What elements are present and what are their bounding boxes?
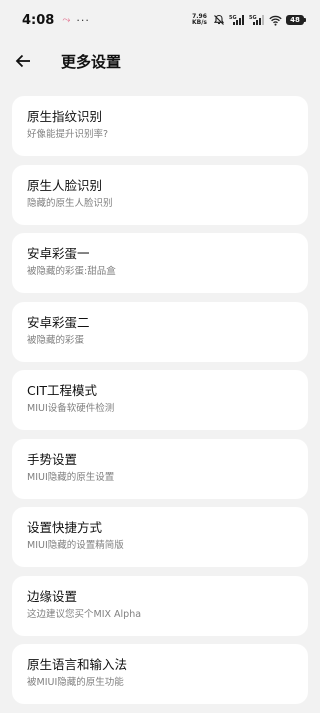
list-item-title: 原生人脸识别 [27,177,103,193]
list-item-title: 手势设置 [27,451,78,467]
settings-list: 原生指纹识别 好像能提升识别率? 原生人脸识别 隐藏的原生人脸识别 安卓彩蛋一 … [12,96,308,713]
list-item-shortcuts[interactable]: 设置快捷方式 MIUI隐藏的设置精简版 [12,507,308,567]
signal2-label: 5G [249,15,257,21]
list-item-easter-egg-two[interactable]: 安卓彩蛋二 被隐藏的彩蛋 [12,301,308,362]
list-item-title: CIT工程模式 [27,383,98,398]
network-speed: 7.96 KB/s [192,14,207,26]
header: 更多设置 [0,40,320,82]
list-item-language-input[interactable]: 原生语言和输入法 被MIUI隐藏的原生功能 [12,644,308,704]
list-item-subtitle: 被隐藏的彩蛋 [27,334,85,346]
list-item-subtitle: 这边建议您买个MIX Alpha [27,608,142,620]
wifi-icon [269,15,282,26]
mute-icon [213,14,225,25]
page-title: 更多设置 [61,52,122,71]
more-notifications-indicator: ··· [76,13,90,27]
list-item-edge-settings[interactable]: 边缘设置 这边建议您买个MIX Alpha [12,575,308,636]
list-item-title: 设置快捷方式 [27,520,103,535]
list-item-subtitle: 隐藏的原生人脸识别 [27,197,113,209]
back-arrow-icon [15,54,30,68]
battery-icon: 48 [286,15,306,25]
back-button[interactable] [1,40,45,82]
list-item-title: 安卓彩蛋二 [27,314,90,330]
status-bar: 4:08 ⤳ ··· 7.96 KB/s 5G 5G 48 [0,0,320,40]
list-item-subtitle: MIUI设备软硬件检测 [27,403,115,414]
status-icons: 7.96 KB/s 5G 5G 48 [192,14,306,26]
list-item-gesture-settings[interactable]: 手势设置 MIUI隐藏的原生设置 [12,438,308,499]
list-item-subtitle: 好像能提升识别率? [27,129,109,140]
battery-level: 48 [290,16,300,24]
list-item-title: 安卓彩蛋一 [27,246,90,261]
signal1-label: 5G [229,15,237,21]
network-speed-unit: KB/s [192,19,207,26]
list-item-subtitle: 被隐藏的彩蛋:甜品盒 [27,266,116,277]
status-time: 4:08 [22,12,55,28]
list-item-title: 原生指纹识别 [27,109,103,124]
list-item-title: 边缘设置 [27,588,78,604]
list-item-title: 原生语言和输入法 [27,657,128,672]
list-item-subtitle: MIUI隐藏的设置精简版 [27,540,124,551]
signal-swirl-icon: ⤳ [62,14,71,26]
list-item-subtitle: 被MIUI隐藏的原生功能 [27,677,124,688]
list-item-easter-egg-one[interactable]: 安卓彩蛋一 被隐藏的彩蛋:甜品盒 [12,233,308,293]
list-item-subtitle: MIUI隐藏的原生设置 [27,471,115,483]
list-item-face-recognition[interactable]: 原生人脸识别 隐藏的原生人脸识别 [12,164,308,225]
signal-5g-icon-2: 5G [249,15,264,25]
list-item-cit-mode[interactable]: CIT工程模式 MIUI设备软硬件检测 [12,370,308,430]
list-item-fingerprint[interactable]: 原生指纹识别 好像能提升识别率? [12,96,308,156]
signal-5g-icon-1: 5G [229,15,244,25]
